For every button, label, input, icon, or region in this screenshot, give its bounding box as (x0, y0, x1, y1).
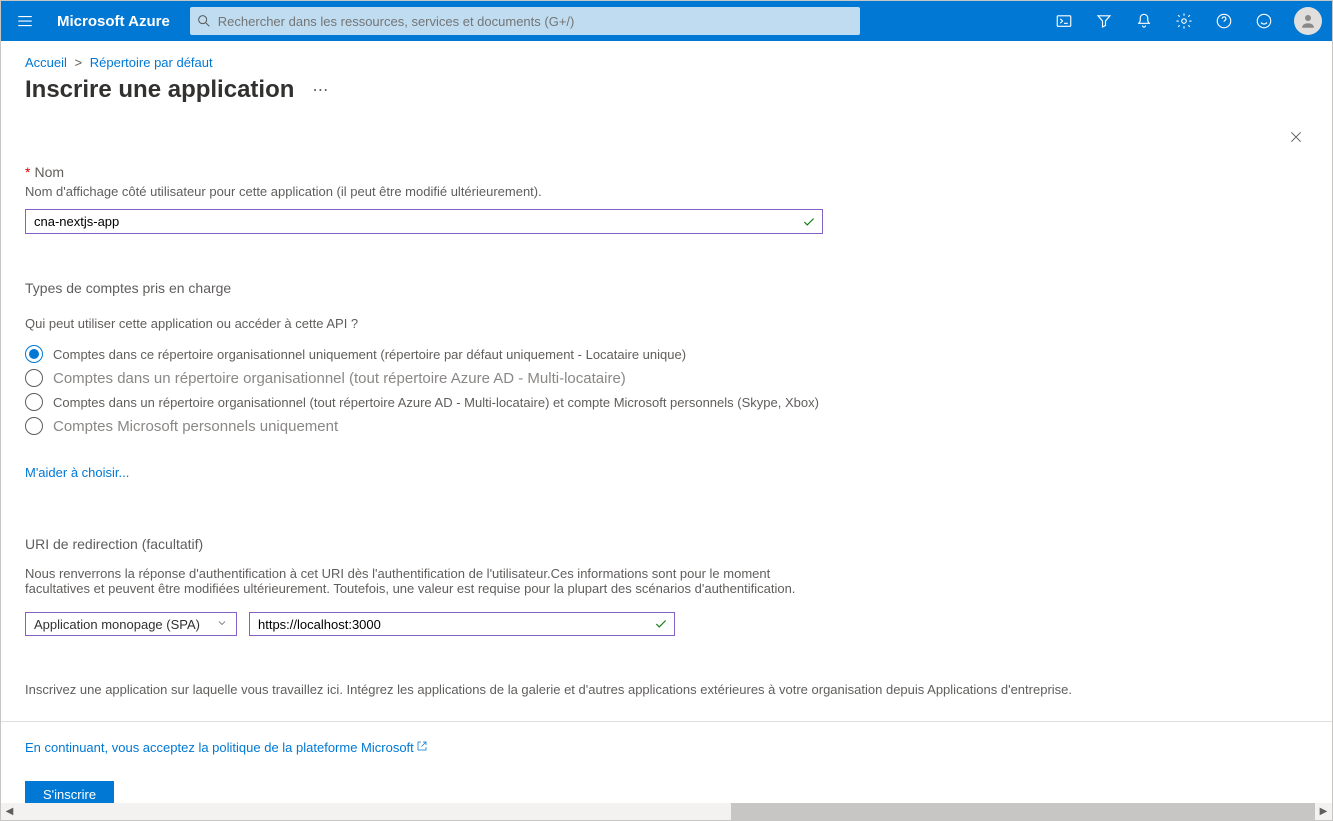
radio-single-tenant[interactable] (25, 345, 43, 363)
account-types-heading: Types de comptes pris en charge (25, 280, 1077, 296)
name-field-label: *Nom (25, 164, 1077, 180)
settings-icon[interactable] (1164, 1, 1204, 41)
search-input[interactable] (218, 14, 854, 29)
help-icon[interactable] (1204, 1, 1244, 41)
radio-label: Comptes dans un répertoire organisationn… (53, 395, 819, 410)
gallery-note: Inscrivez une application sur laquelle v… (25, 682, 1077, 697)
redirect-platform-dropdown[interactable]: Application monopage (SPA) (25, 612, 237, 636)
content-area: Accueil > Répertoire par défaut Inscrire… (1, 41, 1332, 803)
directory-filter-icon[interactable] (1084, 1, 1124, 41)
redirect-help: Nous renverrons la réponse d'authentific… (25, 566, 825, 596)
name-input[interactable] (26, 210, 822, 233)
name-field-help: Nom d'affichage côté utilisateur pour ce… (25, 184, 1077, 199)
dropdown-value: Application monopage (SPA) (34, 617, 200, 632)
brand-label[interactable]: Microsoft Azure (49, 13, 186, 30)
scroll-thumb[interactable] (731, 803, 1315, 820)
check-icon (654, 617, 668, 631)
close-blade-button[interactable] (1288, 129, 1304, 148)
check-icon (802, 215, 816, 229)
scroll-right-arrow[interactable]: ▶ (1315, 806, 1332, 817)
breadcrumb: Accueil > Répertoire par défaut (1, 41, 1332, 76)
cloud-shell-icon[interactable] (1044, 1, 1084, 41)
feedback-icon[interactable] (1244, 1, 1284, 41)
footer: En continuant, vous acceptez la politiqu… (1, 721, 1332, 803)
radio-label: Comptes dans ce répertoire organisationn… (53, 347, 686, 362)
redirect-uri-input[interactable] (250, 615, 674, 634)
radio-multi-tenant-personal[interactable] (25, 393, 43, 411)
radio-label: Comptes Microsoft personnels uniquement (53, 418, 338, 435)
external-link-icon (414, 740, 428, 755)
redirect-heading: URI de redirection (facultatif) (25, 536, 1077, 552)
breadcrumb-home[interactable]: Accueil (25, 55, 67, 70)
menu-toggle[interactable] (1, 12, 49, 30)
help-choose-link[interactable]: M'aider à choisir... (25, 465, 129, 480)
top-bar: Microsoft Azure (1, 1, 1332, 41)
radio-label: Comptes dans un répertoire organisationn… (53, 370, 626, 387)
account-types-question: Qui peut utiliser cette application ou a… (25, 316, 1077, 331)
scroll-left-arrow[interactable]: ◀ (1, 806, 18, 817)
account-types-radios: Comptes dans ce répertoire organisationn… (25, 345, 1077, 435)
required-indicator: * (25, 164, 30, 180)
notifications-icon[interactable] (1124, 1, 1164, 41)
redirect-uri-input-wrap[interactable] (249, 612, 675, 636)
search-icon (196, 13, 212, 29)
horizontal-scrollbar[interactable]: ◀ ▶ (1, 803, 1332, 820)
name-input-wrap[interactable] (25, 209, 823, 234)
consent-link[interactable]: En continuant, vous acceptez la politiqu… (25, 740, 1308, 755)
radio-multi-tenant[interactable] (25, 369, 43, 387)
radio-personal-only[interactable] (25, 417, 43, 435)
breadcrumb-directory[interactable]: Répertoire par défaut (90, 55, 213, 70)
register-button[interactable]: S'inscrire (25, 781, 114, 803)
more-actions-icon[interactable]: ⋯ (312, 80, 329, 100)
account-avatar[interactable] (1294, 7, 1322, 35)
chevron-down-icon (216, 617, 228, 632)
global-search[interactable] (190, 7, 860, 35)
page-title: Inscrire une application (25, 76, 294, 104)
